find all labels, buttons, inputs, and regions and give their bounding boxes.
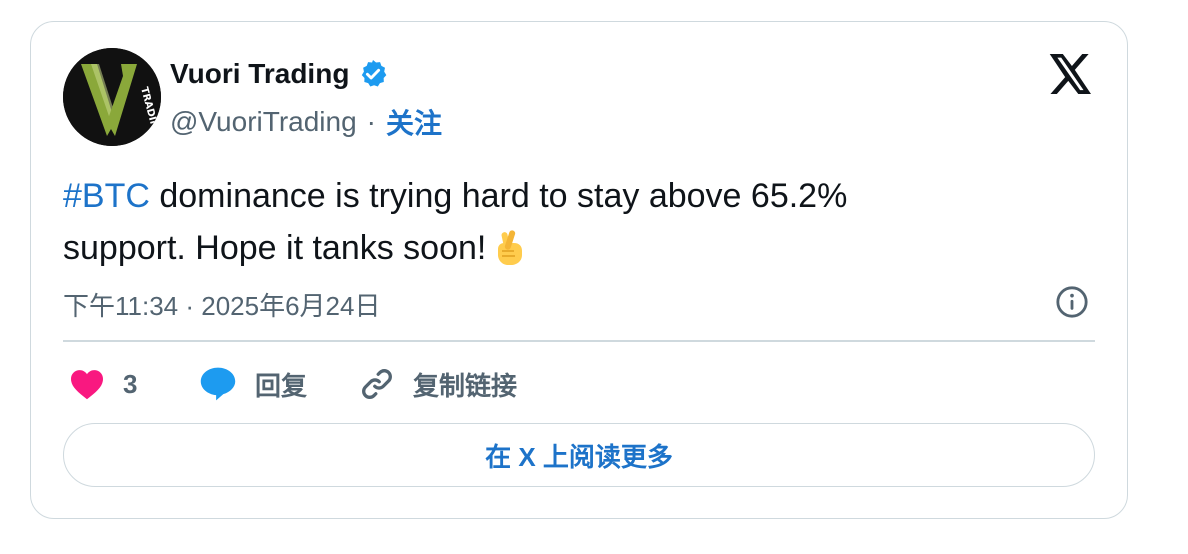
avatar[interactable]: TRADING (63, 48, 161, 146)
tweet-timestamp[interactable]: 下午11:34 · 2025年6月24日 (63, 286, 380, 323)
follow-button[interactable]: 关注 (386, 102, 442, 142)
heart-icon (71, 370, 103, 400)
like-button[interactable]: 3 (69, 366, 137, 402)
author-display-name[interactable]: Vuori Trading (170, 58, 389, 90)
divider (63, 340, 1095, 342)
like-count: 3 (123, 368, 138, 399)
link-icon (362, 369, 392, 399)
read-more-on-x-button[interactable]: 在 X 上阅读更多 (63, 423, 1095, 487)
read-more-label: 在 X 上阅读更多 (485, 441, 673, 472)
tweet-text-line1: dominance is trying hard to stay above 6… (149, 177, 848, 215)
author-handle[interactable]: @VuoriTrading (170, 106, 357, 138)
handle-separator: · (366, 106, 376, 137)
vuori-logo-icon: TRADING (63, 48, 161, 146)
copy-link-label: 复制链接 (413, 370, 518, 401)
reply-bubble-icon (200, 367, 236, 401)
display-name-text[interactable]: Vuori Trading (170, 58, 349, 90)
tweet-text: #BTC dominance is trying hard to stay ab… (63, 170, 1063, 274)
crossed-fingers-icon (490, 227, 528, 267)
copy-link-button[interactable]: 复制链接 (359, 366, 517, 402)
reply-label: 回复 (255, 370, 308, 401)
hashtag-link[interactable]: #BTC (63, 177, 150, 215)
tweet-text-line2: support. Hope it tanks soon! (63, 229, 487, 267)
reply-button[interactable]: 回复 (199, 366, 307, 402)
verified-badge-icon (357, 58, 389, 90)
info-icon[interactable] (1055, 285, 1089, 319)
author-handle-row: @VuoriTrading · 关注 (170, 102, 442, 142)
tweet-embed-card: TRADING Vuori Trading @VuoriTrading · 关注… (30, 21, 1128, 519)
x-logo-icon[interactable] (1049, 54, 1093, 94)
